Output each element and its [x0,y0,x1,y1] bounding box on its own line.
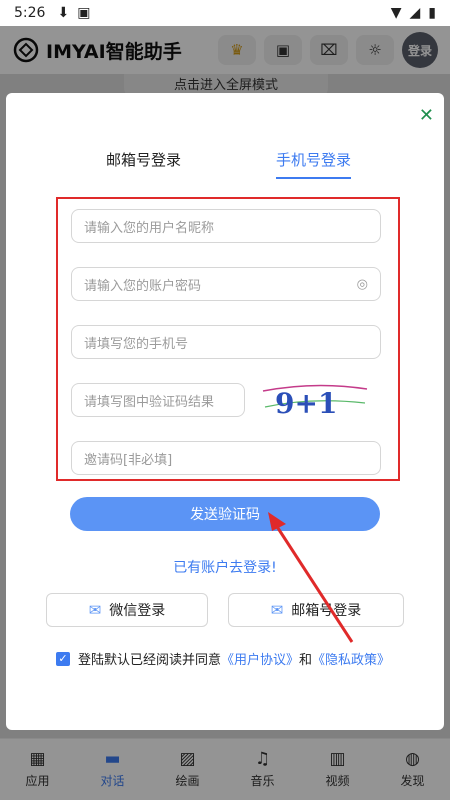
tab-email-login[interactable]: 邮箱号登录 [106,149,181,170]
download-icon: ⬇ [57,5,70,21]
highlighted-form-area: 请输入您的用户名昵称 请输入您的账户密码 ◎ 请填写您的手机号 请填写图中验证码… [56,197,400,481]
agree-checkbox[interactable]: ✓ [56,651,70,666]
close-icon[interactable]: ✕ [419,105,434,126]
send-code-button[interactable]: 发送验证码 [70,497,380,531]
captcha-text: 9+1 [275,387,337,420]
captcha-image[interactable]: 9+1 [261,377,369,421]
agreement-row: ✓ 登陆默认已经阅读并同意《用户协议》和《隐私政策》 [56,649,390,668]
status-time: 5:26 [14,5,46,21]
tab-phone-login[interactable]: 手机号登录 [276,149,352,179]
wechat-login-button[interactable]: ✉ 微信登录 [46,593,208,627]
notification-icon: ▣ [77,5,91,21]
phone-field[interactable]: 请填写您的手机号 [71,325,381,359]
user-agreement-link[interactable]: 《用户协议》 [221,653,299,668]
login-modal: ✕ 邮箱号登录 手机号登录 请输入您的用户名昵称 请输入您的账户密码 ◎ 请填写… [6,93,444,730]
go-login-link[interactable]: 已有账户去登录! [6,557,444,577]
username-field[interactable]: 请输入您的用户名昵称 [71,209,381,243]
captcha-field[interactable]: 请填写图中验证码结果 [71,383,245,417]
status-bar: 5:26 ⬇ ▣ ▼ ◢ ▮ [0,0,450,26]
signal-icon: ◢ [409,5,421,21]
privacy-policy-link[interactable]: 《隐私政策》 [312,653,390,668]
eye-off-icon[interactable]: ◎ [357,277,368,292]
wechat-icon: ✉ [88,601,102,619]
password-field[interactable]: 请输入您的账户密码 ◎ [71,267,381,301]
wifi-icon: ▼ [390,5,402,21]
email-login-button[interactable]: ✉ 邮箱号登录 [228,593,404,627]
mail-icon: ✉ [270,601,284,619]
battery-icon: ▮ [428,5,436,21]
invite-code-field[interactable]: 邀请码[非必填] [71,441,381,475]
